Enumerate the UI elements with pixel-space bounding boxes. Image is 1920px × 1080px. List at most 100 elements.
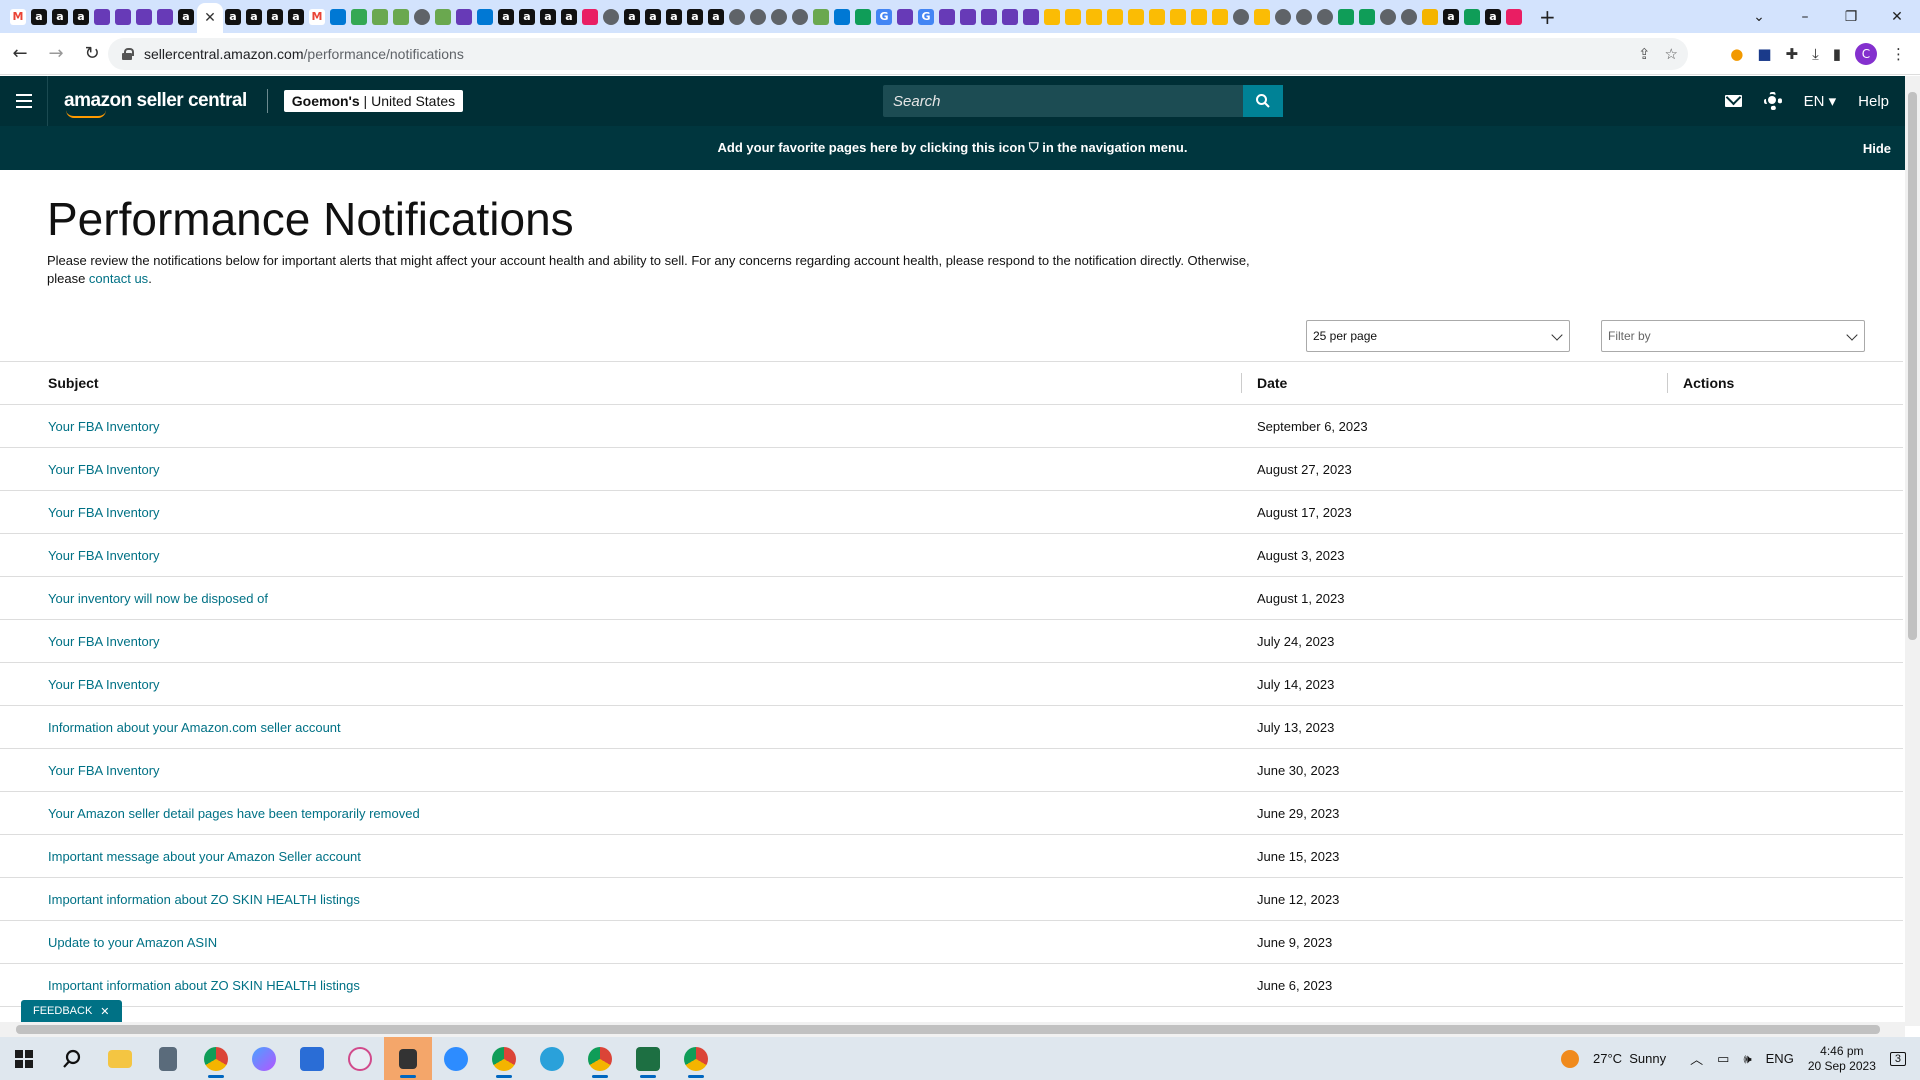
puzzle-icon[interactable]: ✚: [1786, 45, 1799, 63]
forms-tab-icon[interactable]: [1021, 6, 1041, 28]
drive-tab-icon[interactable]: [1084, 6, 1104, 28]
amazon-tab-icon[interactable]: a: [538, 6, 558, 28]
amazon-tab-icon[interactable]: a: [706, 6, 726, 28]
notification-subject-link[interactable]: Your Amazon seller detail pages have bee…: [48, 806, 420, 821]
tab-search-chevron-icon[interactable]: ⌄: [1736, 9, 1782, 25]
contact-us-link[interactable]: contact us: [89, 271, 148, 286]
forward-button[interactable]: →: [40, 38, 72, 70]
drive-tab-icon[interactable]: [1105, 6, 1125, 28]
sheets-tab-icon[interactable]: [853, 6, 873, 28]
minimize-button[interactable]: –: [1782, 9, 1828, 25]
amazon-tab-icon[interactable]: a: [286, 6, 306, 28]
amazon-tab-icon[interactable]: a: [265, 6, 285, 28]
forms-tab-icon[interactable]: [958, 6, 978, 28]
google-tab-icon[interactable]: G: [874, 6, 894, 28]
notification-subject-link[interactable]: Your FBA Inventory: [48, 677, 160, 692]
forms-tab-icon[interactable]: [895, 6, 915, 28]
active-tab[interactable]: ✕: [197, 3, 223, 33]
globe-tab-icon[interactable]: [601, 6, 621, 28]
keep-tab-icon[interactable]: [1420, 6, 1440, 28]
notification-subject-link[interactable]: Information about your Amazon.com seller…: [48, 720, 341, 735]
chrome-icon[interactable]: [192, 1037, 240, 1080]
profile-avatar[interactable]: C: [1855, 43, 1877, 65]
amazon-tab-icon[interactable]: a: [685, 6, 705, 28]
search-button[interactable]: [1243, 85, 1283, 117]
mail-icon[interactable]: [1724, 95, 1742, 107]
help-link[interactable]: Help: [1858, 93, 1889, 110]
amazon-tab-icon[interactable]: a: [50, 6, 70, 28]
forms-tab-icon[interactable]: [979, 6, 999, 28]
amazon-tab-icon[interactable]: a: [496, 6, 516, 28]
notification-subject-link[interactable]: Your FBA Inventory: [48, 462, 160, 477]
notification-subject-link[interactable]: Your FBA Inventory: [48, 419, 160, 434]
new-tab-button[interactable]: +: [1539, 5, 1556, 29]
extension-icon[interactable]: ●: [1730, 45, 1743, 63]
notification-subject-link[interactable]: Your FBA Inventory: [48, 763, 160, 778]
account-switcher[interactable]: Goemon's | United States: [283, 90, 464, 112]
green-tab-icon[interactable]: [1336, 6, 1356, 28]
input-language[interactable]: ENG: [1766, 1051, 1794, 1066]
globe-tab-icon[interactable]: [1273, 6, 1293, 28]
notification-subject-link[interactable]: Your FBA Inventory: [48, 505, 160, 520]
share-icon[interactable]: ⇪: [1638, 45, 1651, 63]
maps-tab-icon[interactable]: [349, 6, 369, 28]
amazon-tab-icon[interactable]: a: [223, 6, 243, 28]
copilot-icon[interactable]: [240, 1037, 288, 1080]
horizontal-scrollbar[interactable]: [0, 1022, 1905, 1037]
back-button[interactable]: ←: [4, 38, 36, 70]
feedback-button[interactable]: FEEDBACK ✕: [21, 1000, 122, 1022]
forms-tab-icon[interactable]: [92, 6, 112, 28]
drive-tab-icon[interactable]: [1126, 6, 1146, 28]
search-input[interactable]: [883, 85, 1243, 117]
mixed-tab-icon[interactable]: [580, 6, 600, 28]
address-bar[interactable]: sellercentral.amazon.com/performance/not…: [108, 38, 1688, 70]
zoom-icon[interactable]: [432, 1037, 480, 1080]
menu-kebab-icon[interactable]: ⋮: [1891, 45, 1906, 63]
lock-icon[interactable]: [122, 48, 134, 60]
maximize-button[interactable]: ❐: [1828, 9, 1874, 25]
amazon-tab-icon[interactable]: a: [1441, 6, 1461, 28]
extension-icon[interactable]: ■: [1757, 45, 1771, 63]
globe-tab-icon[interactable]: [727, 6, 747, 28]
clock[interactable]: 4:46 pm 20 Sep 2023: [1808, 1044, 1876, 1074]
amazon-tab-icon[interactable]: a: [559, 6, 579, 28]
amazon-seller-central-logo[interactable]: amazon seller central: [64, 90, 247, 118]
forms-tab-icon[interactable]: [937, 6, 957, 28]
amazon-tab-icon[interactable]: a: [176, 6, 196, 28]
drive-tab-icon[interactable]: [1168, 6, 1188, 28]
store-icon[interactable]: [288, 1037, 336, 1080]
globe-tab-icon[interactable]: [790, 6, 810, 28]
mixed-tab-icon[interactable]: [1504, 6, 1524, 28]
plant-tab-icon[interactable]: [391, 6, 411, 28]
globe-tab-icon[interactable]: [1315, 6, 1335, 28]
amazon-tab-icon[interactable]: a: [244, 6, 264, 28]
plant-tab-icon[interactable]: [433, 6, 453, 28]
sticky-notes-icon[interactable]: [384, 1037, 432, 1080]
green-tab-icon[interactable]: [1462, 6, 1482, 28]
drive-tab-icon[interactable]: [1147, 6, 1167, 28]
side-panel-icon[interactable]: ▮: [1833, 45, 1841, 63]
windows-tab-icon[interactable]: [832, 6, 852, 28]
chrome-profile-icon[interactable]: [480, 1037, 528, 1080]
drive-tab-icon[interactable]: [1252, 6, 1272, 28]
notification-badge[interactable]: 3: [1889, 1051, 1906, 1066]
bookmark-star-icon[interactable]: ☆: [1665, 45, 1678, 63]
circle-tab-icon[interactable]: [1399, 6, 1419, 28]
amazon-tab-icon[interactable]: a: [71, 6, 91, 28]
globe-tab-icon[interactable]: [1294, 6, 1314, 28]
volume-icon[interactable]: 🕪: [1743, 1051, 1751, 1067]
forms-tab-icon[interactable]: [113, 6, 133, 28]
chrome-profile-icon[interactable]: [576, 1037, 624, 1080]
close-window-button[interactable]: ✕: [1874, 9, 1920, 25]
drive-tab-icon[interactable]: [1063, 6, 1083, 28]
gear-icon[interactable]: [1763, 92, 1782, 110]
reload-button[interactable]: ↻: [76, 38, 108, 70]
amazon-tab-icon[interactable]: a: [622, 6, 642, 28]
amazon-tab-icon[interactable]: a: [664, 6, 684, 28]
tab-close-icon[interactable]: ✕: [204, 10, 216, 26]
gmail-tab-icon[interactable]: M: [8, 6, 28, 28]
weather-text[interactable]: 27°C Sunny: [1593, 1051, 1666, 1066]
drive-tab-icon[interactable]: [1042, 6, 1062, 28]
green-tab-icon[interactable]: [1357, 6, 1377, 28]
drive-tab-icon[interactable]: [1210, 6, 1230, 28]
